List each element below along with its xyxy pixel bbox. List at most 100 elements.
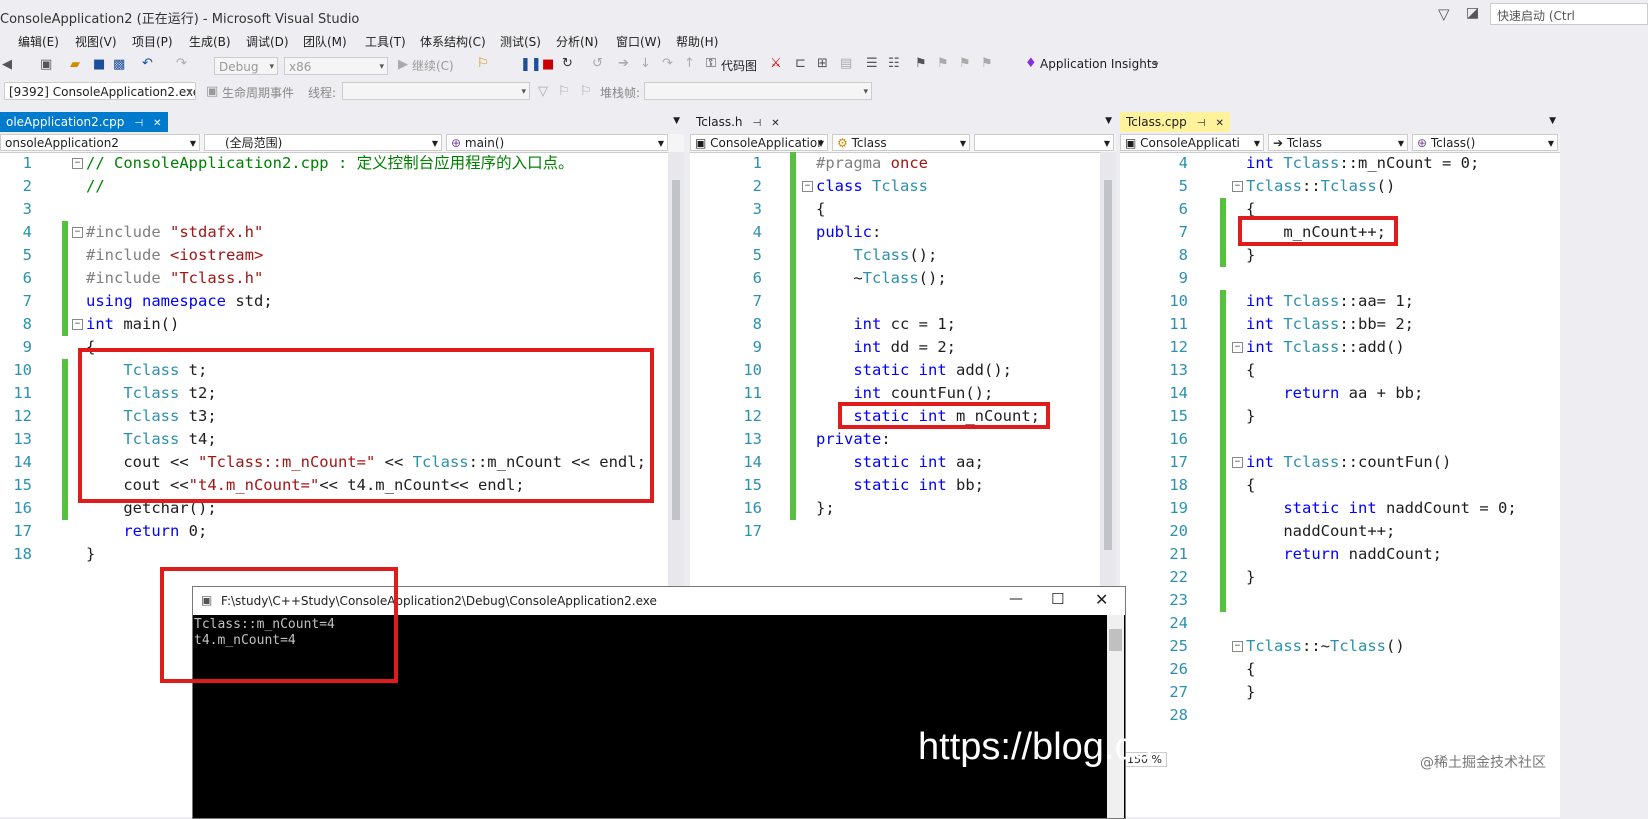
filter-icon[interactable]: ▽ xyxy=(1438,5,1450,23)
menu-architecture[interactable]: 体系结构(C) xyxy=(420,33,486,50)
code-line[interactable]: } xyxy=(86,543,95,566)
scrollbar-thumb[interactable] xyxy=(1109,629,1122,651)
code-line[interactable]: static int aa; xyxy=(816,451,984,474)
config-select[interactable]: Debug ▾ xyxy=(214,57,278,75)
menu-view[interactable]: 视图(V) xyxy=(75,33,117,50)
code-line[interactable]: { xyxy=(1246,658,1255,681)
pin-icon[interactable]: ⊣ xyxy=(134,118,143,129)
close-icon[interactable]: ✕ xyxy=(1215,118,1223,129)
menu-project[interactable]: 项目(P) xyxy=(132,33,173,50)
pin-icon[interactable]: ⊣ xyxy=(753,118,762,129)
step-over-icon[interactable]: ↷ xyxy=(662,56,673,72)
class-nav-select[interactable]: ➔ Tclass ▼ xyxy=(1268,134,1408,151)
collapse-icon[interactable]: − xyxy=(72,319,83,330)
code-line[interactable]: ~Tclass(); xyxy=(816,267,946,290)
code-line[interactable]: int cc = 1; xyxy=(816,313,956,336)
menu-test[interactable]: 测试(S) xyxy=(500,33,541,50)
scrollbar-thumb[interactable] xyxy=(672,180,680,520)
platform-select[interactable]: x86 ▾ xyxy=(284,57,388,75)
quick-launch-input[interactable]: 快速启动 (Ctrl xyxy=(1490,3,1648,25)
tab-dropdown-icon[interactable]: ▼ xyxy=(673,116,680,126)
uncomment-icon[interactable]: ☷ xyxy=(888,56,900,72)
menu-debug[interactable]: 调试(D) xyxy=(246,33,289,50)
project-nav-select[interactable]: onsoleApplication2 ▼ xyxy=(0,134,200,151)
code-line[interactable]: Tclass::Tclass() xyxy=(1246,175,1395,198)
redo-icon[interactable]: ↷ xyxy=(176,56,187,72)
close-icon[interactable]: ✕ xyxy=(1095,590,1108,609)
menu-help[interactable]: 帮助(H) xyxy=(676,33,718,50)
open-folder-icon[interactable]: ▰ xyxy=(70,57,80,73)
menu-analyze[interactable]: 分析(N) xyxy=(556,33,598,50)
bookmark-icon[interactable]: ⚑ xyxy=(915,56,927,72)
collapse-icon[interactable]: − xyxy=(1232,342,1243,353)
code-line[interactable]: { xyxy=(1246,359,1255,382)
minimize-icon[interactable]: — xyxy=(1009,591,1023,607)
console-scrollbar[interactable] xyxy=(1107,615,1124,818)
collapse-icon[interactable]: − xyxy=(72,227,83,238)
member-nav-select[interactable]: ⊕ main() ▼ xyxy=(446,134,668,151)
feedback-icon[interactable]: ◪ xyxy=(1466,5,1479,21)
lifecycle-events-button[interactable]: 生命周期事件 xyxy=(222,84,294,101)
code-line[interactable]: int Tclass::m_nCount = 0; xyxy=(1246,152,1479,175)
play-icon[interactable]: ▶ xyxy=(398,57,408,73)
tab-dropdown-icon[interactable]: ▼ xyxy=(1549,116,1556,126)
pin-icon[interactable]: ⊣ xyxy=(1197,118,1206,129)
code-line[interactable]: #include "stdafx.h" xyxy=(86,221,263,244)
hex-icon[interactable]: ⊏ xyxy=(795,56,806,72)
stackframe-select[interactable]: ▾ xyxy=(644,82,872,100)
code-line[interactable]: private: xyxy=(816,428,891,451)
save-icon[interactable]: ■ xyxy=(93,57,105,73)
flag-threads-icon[interactable]: ⚐ xyxy=(558,84,570,100)
refresh-icon[interactable]: ↺ xyxy=(592,56,603,72)
collapse-icon[interactable]: − xyxy=(1232,457,1243,468)
clear-bookmark-icon[interactable]: ⚑ xyxy=(981,56,993,72)
chevron-down-icon[interactable]: ▾ xyxy=(1154,57,1159,73)
code-line[interactable]: { xyxy=(816,198,825,221)
undo-icon[interactable]: ↶ xyxy=(142,56,153,72)
member-nav-select[interactable]: ⊕ Tclass() ▼ xyxy=(1412,134,1558,151)
collapse-icon[interactable]: − xyxy=(72,158,83,169)
code-line[interactable]: int main() xyxy=(86,313,179,336)
next-bookmark-icon[interactable]: ⚑ xyxy=(959,56,971,72)
menu-window[interactable]: 窗口(W) xyxy=(616,33,661,50)
code-line[interactable]: #include <iostream> xyxy=(86,244,263,267)
restart-icon[interactable]: ↻ xyxy=(562,56,573,72)
code-line[interactable]: }; xyxy=(816,497,835,520)
code-line[interactable]: int Tclass::aa= 1; xyxy=(1246,290,1414,313)
attach-icon[interactable]: ⚐ xyxy=(477,56,489,72)
code-line[interactable]: } xyxy=(1246,244,1255,267)
code-line[interactable]: // xyxy=(86,175,105,198)
class-nav-select[interactable]: ⚙ Tclass ▼ xyxy=(832,134,970,151)
step-next-icon[interactable]: ➔ xyxy=(618,56,629,72)
close-icon[interactable]: ✕ xyxy=(771,118,779,129)
back-icon[interactable]: ◀ xyxy=(2,57,12,73)
code-line[interactable]: #include "Tclass.h" xyxy=(86,267,263,290)
collapse-icon[interactable]: − xyxy=(1232,181,1243,192)
menu-edit[interactable]: 编辑(E) xyxy=(18,33,59,50)
code-line[interactable]: class Tclass xyxy=(816,175,928,198)
code-line[interactable]: using namespace std; xyxy=(86,290,273,313)
menu-tools[interactable]: 工具(T) xyxy=(365,33,406,50)
scope-nav-select[interactable]: (全局范围) ▼ xyxy=(204,134,442,151)
code-line[interactable]: int Tclass::countFun() xyxy=(1246,451,1451,474)
step-into-icon[interactable]: ↓ xyxy=(640,56,651,72)
code-line[interactable]: } xyxy=(1246,405,1255,428)
code-line[interactable]: int dd = 2; xyxy=(816,336,956,359)
prev-bookmark-icon[interactable]: ⚑ xyxy=(937,56,949,72)
code-line[interactable]: static int add(); xyxy=(816,359,1012,382)
code-line[interactable]: return aa + bb; xyxy=(1246,382,1423,405)
continue-button[interactable]: 继续(C) xyxy=(412,57,454,74)
collapse-icon[interactable]: − xyxy=(1232,641,1243,652)
code-line[interactable]: Tclass::~Tclass() xyxy=(1246,635,1405,658)
scrollbar-thumb[interactable] xyxy=(1104,180,1112,550)
code-line[interactable]: return naddCount; xyxy=(1246,543,1442,566)
code-line[interactable]: static int bb; xyxy=(816,474,984,497)
code-line[interactable]: int Tclass::add() xyxy=(1246,336,1405,359)
code-line[interactable]: #pragma once xyxy=(816,152,928,175)
menu-build[interactable]: 生成(B) xyxy=(189,33,231,50)
breakpoint-icon[interactable]: ⚔ xyxy=(770,56,782,72)
member-nav-select[interactable]: ▼ xyxy=(974,134,1114,151)
menu-team[interactable]: 团队(M) xyxy=(303,33,347,50)
project-nav-select[interactable]: ▣ ConsoleApplicati ▼ xyxy=(1120,134,1264,151)
code-line[interactable]: static int naddCount = 0; xyxy=(1246,497,1516,520)
